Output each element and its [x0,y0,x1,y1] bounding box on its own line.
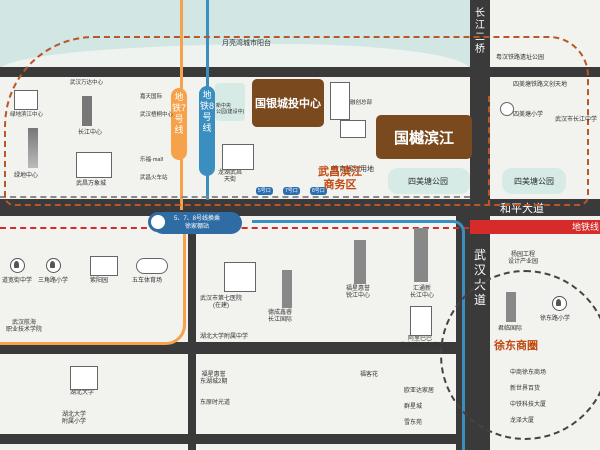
business-district-label: 武昌滨江 商务区 [318,166,362,191]
vertical-road-1 [188,216,196,450]
longhu-icon [222,144,254,170]
liangyuan-label: 绿地滨江中心 [10,112,44,118]
alibaba-icon [410,306,432,336]
sanjiao-label: 三角路小学 [38,278,69,284]
changjiang-center-icon [82,96,92,126]
orange-dashed-vertical [488,96,490,206]
ziyang-label: 紫阳园 [90,278,109,284]
yuejiang-park-label: 月亮湾城市阳台 [222,40,271,47]
jiatian-hotel-label: 嘉天国际 [140,94,163,100]
investment-center-box: 国银城投中心 [252,79,324,127]
alibaba-label: 阿里巴巴 华中总部(在建) [400,336,440,349]
siwei-top-label: 四美塘铁路文创天地 [513,82,568,88]
xudong-primary-pin-icon [552,296,567,311]
hospital7-label: 武汉市第七医院 (在建) [200,296,243,309]
zhongshang-label: 融创总部 [350,100,373,106]
xudong-circle-label: 徐东商圈 [494,340,538,352]
longhu-label: 龙湖武昌 天街 [218,170,243,183]
hubei-affil2-label: 湖北大学 附属小学 [62,412,87,425]
wanda-label: 武汉万达中心 [70,80,104,86]
sim-primary-label: 四美塘小学 [513,112,544,118]
sanjiao-pin-icon [46,258,61,273]
wanda-xinan-label: 欧亚达家居 [404,388,435,394]
metro-badge-7: 7号口 [283,187,300,195]
xudong-primary-label: 徐东路小学 [540,316,571,322]
metro-badge-5: 5号口 [256,187,273,195]
fuxing-office-label: 福客花 [360,372,379,378]
hospital7-icon [224,262,256,292]
fuxing2-label: 福星惠誉 东湖城2期 [200,372,228,385]
ziyang-icon [90,256,118,276]
hubei-univ-label: 湖北大学 [70,390,95,396]
dongyuan-label: 东原时光道 [200,400,231,406]
junlin-label: 君临国际 [498,326,523,332]
changjiang-center-label: 长江中心 [78,130,103,136]
junlin-icon [506,292,516,322]
wutong-center-label: 武汉梧桐中心 [140,112,174,118]
vocational-label: 武汉航海 职业技术学院 [6,320,43,333]
daoyu-label: 道宽街中学 [2,278,33,284]
wuche-label: 五车体育场 [132,278,163,284]
hubei-affil-label: 湖北大学附属中学 [200,334,249,340]
huitong-label: 汇通新 长江中心 [410,286,435,299]
wuche-icon [136,258,168,274]
guoshu-binjiang-box: 国樾滨江 [376,115,472,159]
zhonghe-label: 中商徐东商场 [510,370,547,376]
lefu-label: 乐福·mall [140,157,163,163]
longze-label: 龙泽大厦 [510,418,535,424]
daoyu-pin-icon [10,258,25,273]
green-center-building-icon [14,90,38,110]
xuedong-label: 雪东苑 [404,420,423,426]
fuxing-label: 福星惠誉 锐江中心 [346,286,371,299]
xudong-circle [440,270,600,440]
siwei-park-right-label: 四美塘公园 [514,177,554,186]
map-canvas: 和平大道 长江二桥 武汉大道 地铁7号线 地铁8号线 地铁线 5、7、8号线换乘… [0,0,600,450]
sim-primary-icon [500,102,514,116]
green-center-tower-icon [28,128,38,168]
xinzhong-label: 新中央 公园(建设中) [216,103,245,115]
yanzi-label: 杨园工程 设计产业园 [508,252,539,265]
transfer-icon [148,212,168,232]
jiaoyu-icon [340,120,366,138]
aoshan-park-label: 粤汉铁路遗址公园 [496,55,545,61]
wuhan-middle-label: 武汉市长江中学 [555,117,598,123]
zhongshang-icon [330,82,350,120]
hubei-univ-icon [70,366,98,390]
dexun-icon [282,270,292,308]
wuchang-wanxiang-label: 武昌万象城 [76,181,107,187]
qunxing-label: 群星城 [404,404,423,410]
huitong-icon [414,228,428,282]
dexun-label: 德成鑫睿 长江国际 [268,310,293,323]
metro-red-label: 地铁线 [572,222,600,232]
green-center-label: 绿地中心 [14,173,39,179]
fuxing-icon [354,240,366,284]
xinshijie-label: 新世界百货 [510,386,541,392]
zhongke-label: 中铁科技大厦 [510,402,547,408]
wuchang-station-label: 武昌火车站 [140,175,168,181]
wuchang-wanxiang-icon [76,152,112,178]
siwei-park-label: 四美塘公园 [408,177,448,186]
